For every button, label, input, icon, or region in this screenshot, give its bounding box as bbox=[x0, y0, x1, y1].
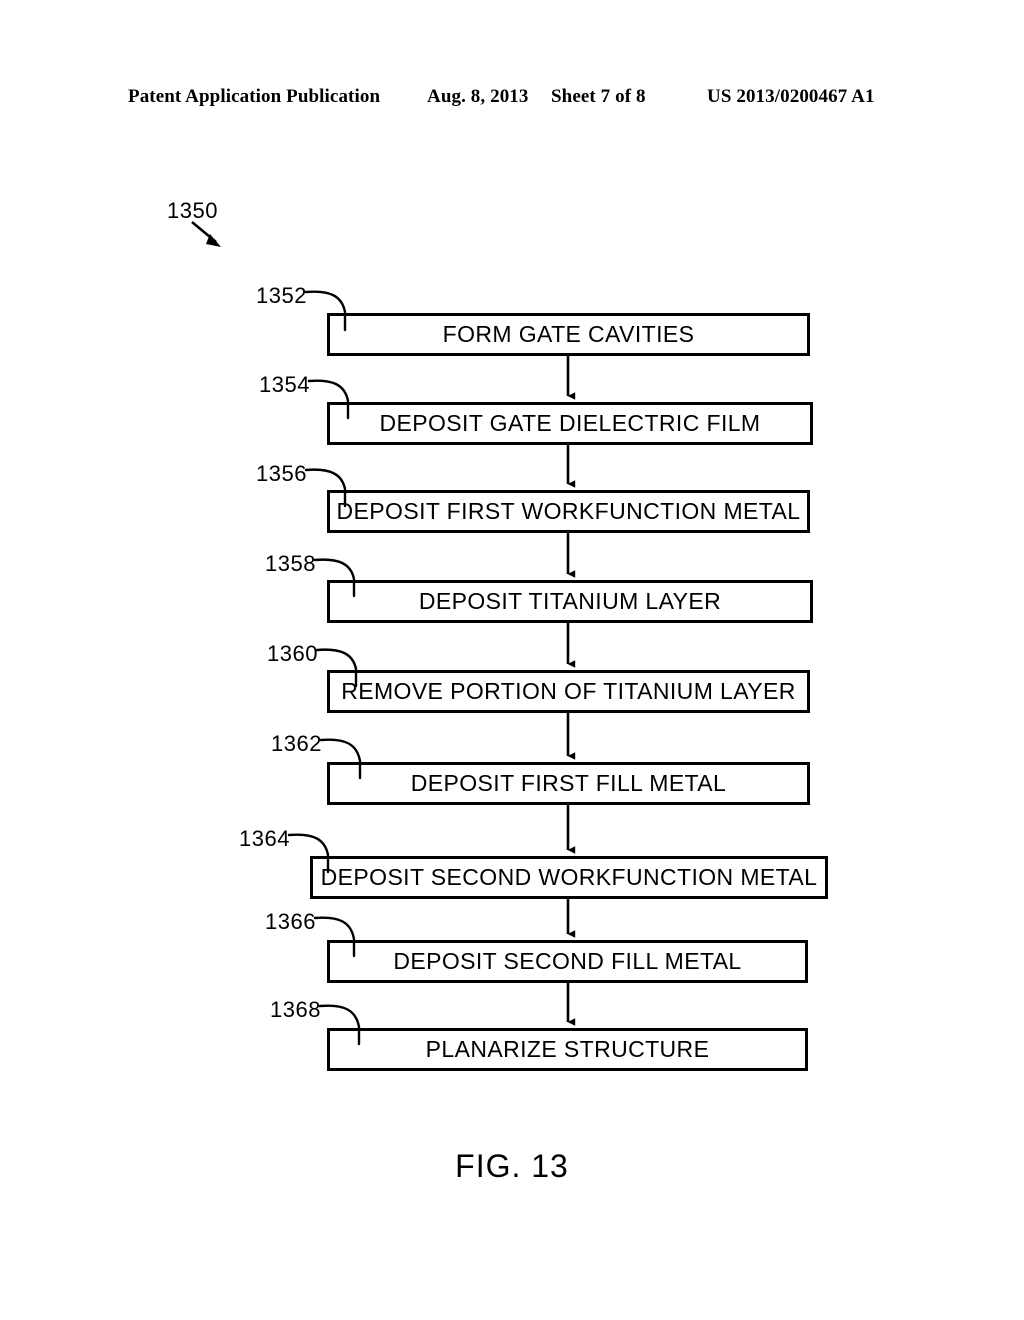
process-box-1352-label: FORM GATE CAVITIES bbox=[442, 321, 695, 347]
reference-numeral-1360: 1360 bbox=[267, 641, 318, 666]
reference-numeral-1358: 1358 bbox=[265, 551, 316, 576]
process-box-1358-label: DEPOSIT TITANIUM LAYER bbox=[418, 588, 722, 614]
figure-13-flowchart: 1350 1352 1354 1356 1358 1360 1362 1364 … bbox=[0, 0, 1024, 1320]
reference-numeral-1366: 1366 bbox=[265, 909, 316, 934]
reference-numeral-1354: 1354 bbox=[259, 372, 310, 397]
process-box-1364[interactable]: DEPOSIT SECOND WORKFUNCTION METAL bbox=[310, 856, 828, 899]
process-box-1352[interactable]: FORM GATE CAVITIES bbox=[327, 313, 810, 356]
reference-numeral-1356: 1356 bbox=[256, 461, 307, 486]
process-box-1354-label: DEPOSIT GATE DIELECTRIC FILM bbox=[379, 410, 761, 436]
process-box-1366-label: DEPOSIT SECOND FILL METAL bbox=[393, 948, 742, 974]
process-box-1360[interactable]: REMOVE PORTION OF TITANIUM LAYER bbox=[327, 670, 810, 713]
process-box-1368-label: PLANARIZE STRUCTURE bbox=[425, 1036, 710, 1062]
figure-caption: FIG. 13 bbox=[455, 1148, 569, 1184]
process-box-1362-label: DEPOSIT FIRST FILL METAL bbox=[410, 770, 727, 796]
process-box-1366[interactable]: DEPOSIT SECOND FILL METAL bbox=[327, 940, 808, 983]
process-box-1356[interactable]: DEPOSIT FIRST WORKFUNCTION METAL bbox=[327, 490, 810, 533]
reference-numeral-1350: 1350 bbox=[167, 198, 218, 223]
reference-numeral-1364: 1364 bbox=[239, 826, 290, 851]
reference-numeral-1368: 1368 bbox=[270, 997, 321, 1022]
diagram-vector-overlay bbox=[191, 221, 576, 1046]
diagram-pointer-arrow-1350 bbox=[191, 221, 221, 247]
process-box-1354[interactable]: DEPOSIT GATE DIELECTRIC FILM bbox=[327, 402, 813, 445]
reference-numeral-1362: 1362 bbox=[271, 731, 322, 756]
process-box-1362[interactable]: DEPOSIT FIRST FILL METAL bbox=[327, 762, 810, 805]
process-box-1358[interactable]: DEPOSIT TITANIUM LAYER bbox=[327, 580, 813, 623]
process-box-1356-label: DEPOSIT FIRST WORKFUNCTION METAL bbox=[336, 498, 801, 524]
reference-numeral-1352: 1352 bbox=[256, 283, 307, 308]
process-box-1360-label: REMOVE PORTION OF TITANIUM LAYER bbox=[341, 678, 796, 704]
process-box-1364-label: DEPOSIT SECOND WORKFUNCTION METAL bbox=[320, 864, 818, 890]
process-box-1368[interactable]: PLANARIZE STRUCTURE bbox=[327, 1028, 808, 1071]
